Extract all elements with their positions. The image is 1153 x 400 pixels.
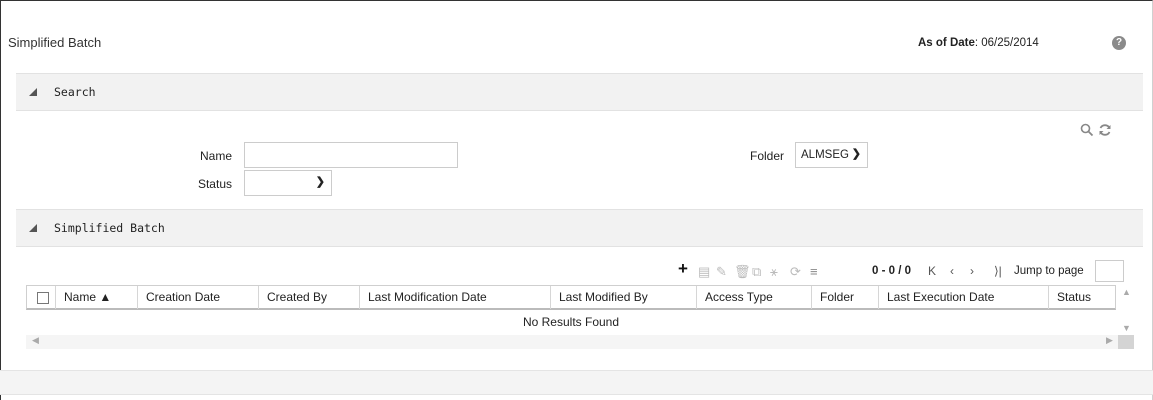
folder-select[interactable]: ALMSEG ❯ xyxy=(795,142,868,168)
pager-count: 0 - 0 / 0 xyxy=(872,265,911,277)
status-label: Status xyxy=(197,177,232,191)
scroll-left-icon[interactable]: ◀ xyxy=(32,335,39,346)
as-of-date-label: As of Date xyxy=(918,37,975,49)
column-header-last-execution-date[interactable]: Last Execution Date xyxy=(879,286,1049,309)
collapse-icon[interactable] xyxy=(29,224,37,232)
add-icon[interactable]: + xyxy=(678,260,688,277)
scroll-down-icon[interactable]: ▼ xyxy=(1122,323,1131,333)
column-header-status[interactable]: Status xyxy=(1049,286,1115,309)
first-page-icon[interactable]: K xyxy=(928,264,936,278)
column-header-last-modified-by[interactable]: Last Modified By xyxy=(551,286,697,309)
refresh-icon[interactable] xyxy=(1098,123,1112,137)
column-header-creation-date[interactable]: Creation Date xyxy=(138,286,259,309)
select-all-checkbox[interactable] xyxy=(37,292,49,304)
collapse-icon[interactable] xyxy=(29,88,37,96)
help-icon[interactable]: ? xyxy=(1112,36,1126,50)
scroll-up-icon[interactable]: ▲ xyxy=(1122,287,1131,297)
view-icon[interactable]: ▤ xyxy=(698,264,710,280)
prev-page-icon[interactable]: ‹ xyxy=(950,264,954,278)
select-all-cell xyxy=(27,286,56,309)
jump-to-page-input[interactable] xyxy=(1095,260,1124,282)
grid-section-title: Simplified Batch xyxy=(54,221,165,235)
next-page-icon[interactable]: › xyxy=(970,264,974,278)
empty-message: No Results Found xyxy=(522,315,620,329)
column-header-access-type[interactable]: Access Type xyxy=(697,286,812,309)
as-of-date-value: : 06/25/2014 xyxy=(974,37,1039,49)
grid-section-header[interactable]: Simplified Batch xyxy=(16,209,1143,247)
run-icon[interactable]: ⚹ xyxy=(770,264,778,280)
filter-icon[interactable]: ≡ xyxy=(810,264,818,280)
folder-label: Folder xyxy=(749,149,784,163)
name-label: Name xyxy=(199,149,232,163)
delete-icon[interactable]: 🗑 xyxy=(734,264,751,280)
chevron-down-icon: ❯ xyxy=(315,176,325,188)
last-page-icon[interactable]: ⟩| xyxy=(994,264,1002,278)
search-icon[interactable] xyxy=(1080,123,1094,137)
column-header-last-modification-date[interactable]: Last Modification Date xyxy=(360,286,551,309)
chevron-down-icon: ❯ xyxy=(851,148,861,160)
search-section-title: Search xyxy=(54,85,96,99)
jump-to-page-label: Jump to page xyxy=(1014,265,1084,277)
edit-icon[interactable]: ✎ xyxy=(716,264,727,280)
status-select[interactable]: ❯ xyxy=(244,170,332,196)
column-header-folder[interactable]: Folder xyxy=(812,286,879,309)
scroll-right-icon[interactable]: ▶ xyxy=(1106,335,1113,346)
as-of-date: As of Date: 06/25/2014 xyxy=(918,37,1039,49)
footer-band xyxy=(0,370,1153,395)
grid-header: Name ▲ Creation Date Created By Last Mod… xyxy=(26,285,1116,310)
column-header-created-by[interactable]: Created By xyxy=(259,286,360,309)
refresh-list-icon[interactable]: ⟳ xyxy=(790,264,801,280)
grid-toolbar: + ▤ ✎ 🗑 ⧉ ⚹ ⟳ ≡ 0 - 0 / 0 K ‹ › ⟩| Jump … xyxy=(0,260,1153,282)
scrollbar-corner xyxy=(1118,335,1134,349)
vertical-scrollbar[interactable]: ▲ ▼ xyxy=(1116,285,1134,335)
page-title: Simplified Batch xyxy=(8,35,102,50)
name-input[interactable] xyxy=(244,142,458,168)
horizontal-scrollbar[interactable]: ◀ ▶ xyxy=(26,335,1134,349)
search-section-header[interactable]: Search xyxy=(16,73,1143,111)
copy-icon[interactable]: ⧉ xyxy=(752,264,761,280)
column-header-name[interactable]: Name ▲ xyxy=(56,286,138,309)
